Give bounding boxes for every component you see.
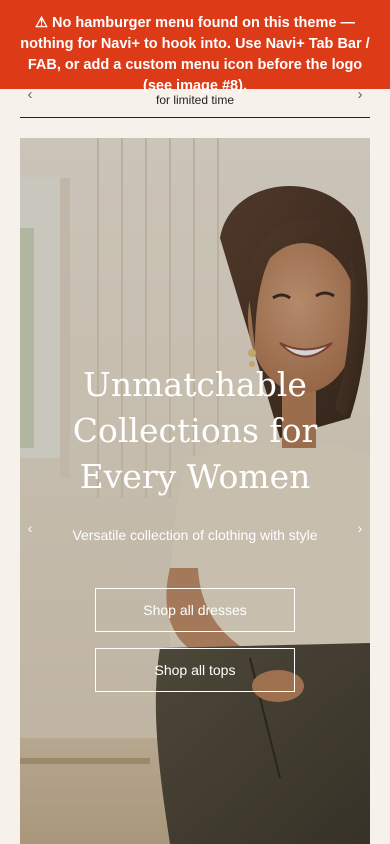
- shop-all-tops-button[interactable]: Shop all tops: [95, 648, 295, 692]
- hero-heading-line: Every Women: [79, 457, 311, 496]
- hero-heading-line: Unmatchable: [83, 365, 307, 404]
- warning-text: ⚠ No hamburger menu found on this theme …: [20, 15, 370, 94]
- hero-heading-line: Collections for: [72, 411, 318, 450]
- hero-heading: Unmatchable Collections for Every Women: [20, 362, 370, 500]
- hero-slideshow: Unmatchable Collections for Every Women …: [20, 138, 370, 844]
- hero-subtext: Versatile collection of clothing with st…: [72, 527, 318, 543]
- chevron-right-icon[interactable]: ›: [350, 87, 370, 102]
- chevron-right-icon[interactable]: ›: [350, 520, 370, 536]
- shop-all-dresses-button[interactable]: Shop all dresses: [95, 588, 295, 632]
- chevron-left-icon[interactable]: ‹: [20, 520, 40, 536]
- theme-warning-banner: ⚠ No hamburger menu found on this theme …: [0, 0, 390, 94]
